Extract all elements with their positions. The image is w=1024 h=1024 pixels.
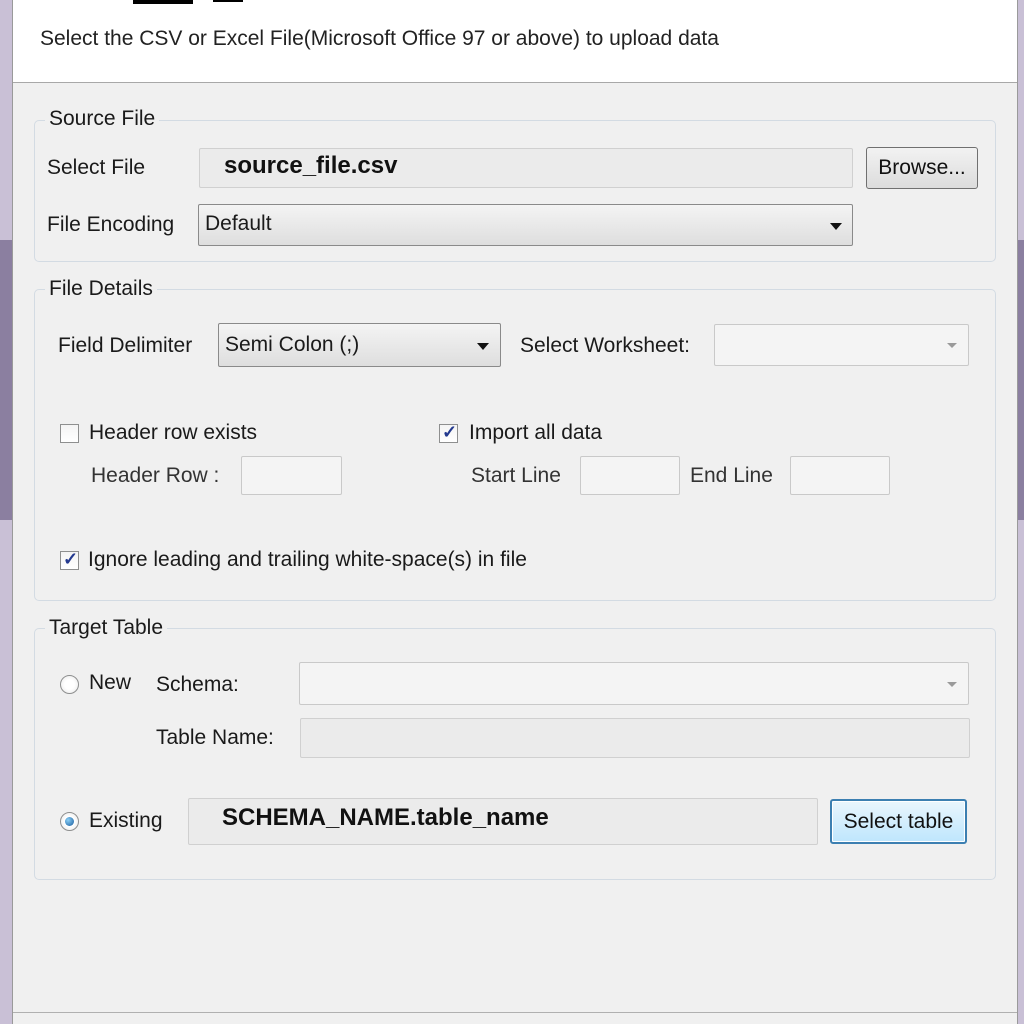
select-file-label: Select File	[47, 156, 146, 179]
header-title-fragment	[133, 0, 193, 4]
dialog-bottom-separator	[13, 1012, 1017, 1013]
field-delimiter-label: Field Delimiter	[58, 334, 193, 357]
field-delimiter-select[interactable]: Semi Colon (;)	[218, 323, 501, 367]
header-row-input[interactable]	[241, 456, 342, 495]
table-name-input[interactable]	[300, 718, 970, 758]
select-worksheet-select[interactable]	[714, 324, 969, 366]
select-file-field[interactable]: source_file.csv	[199, 148, 853, 188]
chevron-down-icon	[947, 682, 957, 687]
file-encoding-value: Default	[205, 212, 272, 235]
chevron-down-icon	[947, 343, 957, 348]
header-description: Select the CSV or Excel File(Microsoft O…	[40, 27, 719, 50]
select-file-value: source_file.csv	[224, 152, 398, 179]
header-row-exists-checkbox[interactable]	[60, 424, 79, 443]
header-title-fragment	[213, 0, 243, 2]
checkmark-icon: ✓	[442, 422, 458, 442]
new-table-label: New	[89, 671, 132, 694]
select-worksheet-label: Select Worksheet:	[520, 334, 691, 357]
radio-selected-dot-icon	[65, 817, 74, 826]
select-table-button[interactable]: Select table	[830, 799, 967, 844]
existing-table-label: Existing	[89, 809, 163, 832]
header-row-exists-label: Header row exists	[89, 421, 258, 444]
browse-button[interactable]: Browse...	[866, 147, 978, 189]
header-row-label: Header Row :	[91, 464, 220, 487]
file-encoding-select[interactable]: Default	[198, 204, 853, 246]
field-delimiter-value: Semi Colon (;)	[225, 333, 360, 356]
start-line-label: Start Line	[471, 464, 561, 487]
desktop-background-left-shade	[0, 240, 12, 520]
table-name-label: Table Name:	[156, 726, 274, 749]
checkmark-icon: ✓	[63, 549, 79, 569]
file-encoding-label: File Encoding	[47, 213, 175, 236]
end-line-input[interactable]	[790, 456, 890, 495]
ignore-whitespace-checkbox[interactable]: ✓	[60, 549, 79, 570]
chevron-down-icon	[477, 343, 489, 350]
import-all-data-label: Import all data	[469, 421, 603, 444]
existing-table-field[interactable]: SCHEMA_NAME.table_name	[188, 798, 818, 845]
ignore-whitespace-label: Ignore leading and trailing white-space(…	[88, 548, 527, 571]
import-all-data-checkbox[interactable]: ✓	[439, 422, 458, 443]
schema-label: Schema:	[156, 673, 239, 696]
import-dialog: Select the CSV or Excel File(Microsoft O…	[12, 0, 1018, 1024]
file-details-group-title: File Details	[45, 277, 157, 301]
start-line-input[interactable]	[580, 456, 680, 495]
existing-table-value: SCHEMA_NAME.table_name	[222, 804, 549, 831]
chevron-down-icon	[830, 223, 842, 230]
new-table-radio[interactable]	[60, 675, 79, 694]
end-line-label: End Line	[690, 464, 773, 487]
schema-select[interactable]	[299, 662, 969, 705]
dialog-header: Select the CSV or Excel File(Microsoft O…	[13, 0, 1017, 83]
existing-table-radio[interactable]	[60, 812, 79, 831]
target-table-group-title: Target Table	[45, 616, 168, 640]
source-file-group-title: Source File	[45, 107, 160, 131]
